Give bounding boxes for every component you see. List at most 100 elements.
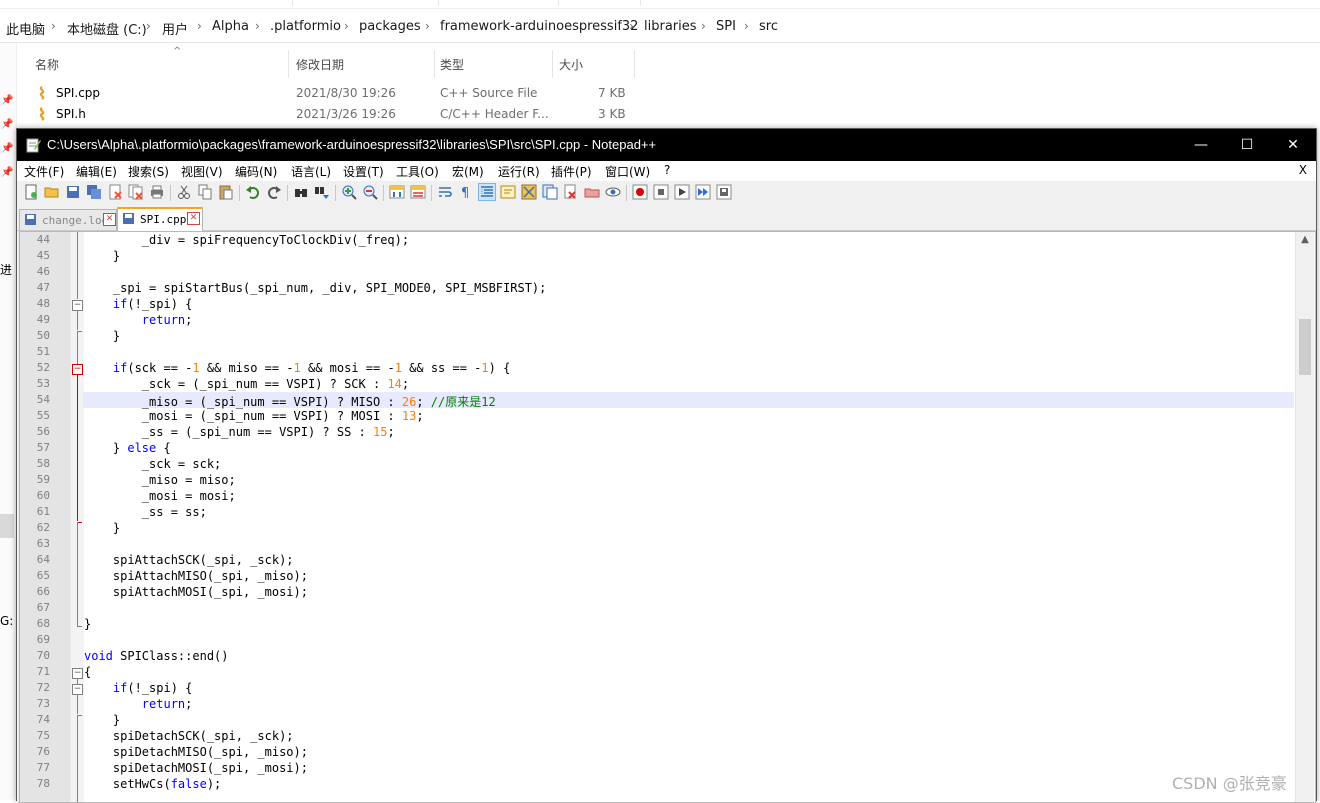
code-line[interactable]: 75 spiDetachSCK(_spi, _sck);: [20, 728, 1295, 744]
menu-file[interactable]: 文件(F): [24, 163, 64, 180]
menu-encoding[interactable]: 编码(N): [235, 163, 277, 180]
code-line[interactable]: 59 _miso = miso;: [20, 472, 1295, 488]
nav-selected-item[interactable]: [0, 514, 14, 538]
code-line[interactable]: 61 _ss = ss;: [20, 504, 1295, 520]
cut-icon[interactable]: [176, 184, 192, 200]
play-macro-icon[interactable]: [674, 184, 690, 200]
indent-guide-icon[interactable]: [478, 183, 496, 201]
menu-macro[interactable]: 宏(M): [452, 163, 484, 180]
code-line[interactable]: 78 setHwCs(false);: [20, 776, 1295, 792]
code-line[interactable]: 69: [20, 632, 1295, 648]
close-all-icon[interactable]: [128, 184, 144, 200]
code-line[interactable]: 44 _div = spiFrequencyToClockDiv(_freq);: [20, 232, 1295, 248]
code-line[interactable]: 72 if(!_spi) {: [20, 680, 1295, 696]
code-line[interactable]: 77 spiDetachMOSI(_spi, _mosi);: [20, 760, 1295, 776]
save-macro-icon[interactable]: [716, 184, 732, 200]
code-line[interactable]: 62 }: [20, 520, 1295, 536]
tab-close-icon[interactable]: ✕: [187, 212, 200, 225]
menu-language[interactable]: 语言(L): [291, 163, 331, 180]
column-header-type[interactable]: 类型: [440, 56, 464, 73]
doc-map-icon[interactable]: [521, 184, 537, 200]
code-line[interactable]: 64 spiAttachSCK(_spi, _sck);: [20, 552, 1295, 568]
code-line[interactable]: 66 spiAttachMOSI(_spi, _mosi);: [20, 584, 1295, 600]
pin-icon[interactable]: 📌: [1, 143, 13, 154]
file-row[interactable]: SPI.h 2021/3/26 19:26 C/C++ Header F... …: [20, 104, 640, 125]
code-line[interactable]: 63: [20, 536, 1295, 552]
code-line[interactable]: 48 if(!_spi) {: [20, 296, 1295, 312]
close-document-button[interactable]: X: [1299, 163, 1307, 177]
code-line[interactable]: 45 }: [20, 248, 1295, 264]
copy-icon[interactable]: [197, 184, 213, 200]
menu-plugins[interactable]: 插件(P): [551, 163, 592, 180]
code-line[interactable]: 71 {: [20, 664, 1295, 680]
breadcrumb-item[interactable]: 本地磁盘 (C:): [67, 19, 147, 38]
open-file-icon[interactable]: [44, 184, 60, 200]
code-line[interactable]: 65 spiAttachMISO(_spi, _miso);: [20, 568, 1295, 584]
save-all-icon[interactable]: [86, 184, 102, 200]
word-wrap-icon[interactable]: [437, 184, 453, 200]
menu-tools[interactable]: 工具(O): [396, 163, 439, 180]
menu-edit[interactable]: 编辑(E): [76, 163, 117, 180]
tab-close-icon[interactable]: ✕: [103, 213, 116, 226]
code-line[interactable]: 51: [20, 344, 1295, 360]
undo-icon[interactable]: [245, 184, 261, 200]
sync-v-icon[interactable]: [389, 184, 405, 200]
folder-workspace-icon[interactable]: [563, 184, 579, 200]
user-lang-icon[interactable]: [500, 184, 516, 200]
vertical-scrollbar[interactable]: ▲: [1295, 232, 1314, 802]
find-icon[interactable]: [293, 184, 309, 200]
close-button[interactable]: ✕: [1270, 129, 1316, 161]
scrollbar-thumb[interactable]: [1299, 319, 1311, 375]
nav-item-fragment[interactable]: 进: [0, 261, 12, 278]
breadcrumb-item[interactable]: packages: [359, 19, 421, 34]
code-line[interactable]: 60 _mosi = mosi;: [20, 488, 1295, 504]
pin-icon[interactable]: 📌: [1, 95, 13, 106]
breadcrumb-item[interactable]: framework-arduinoespressif32: [440, 19, 638, 34]
redo-icon[interactable]: [266, 184, 282, 200]
show-all-chars-icon[interactable]: ¶: [458, 184, 474, 200]
monitor-icon[interactable]: [605, 184, 621, 200]
breadcrumb-item[interactable]: .platformio: [270, 19, 341, 34]
menu-view[interactable]: 视图(V): [181, 163, 223, 180]
pin-icon[interactable]: 📌: [1, 119, 13, 130]
maximize-button[interactable]: ☐: [1224, 129, 1270, 161]
column-header-modified[interactable]: 修改日期: [296, 56, 344, 73]
new-file-icon[interactable]: [23, 184, 39, 200]
stop-macro-icon[interactable]: [653, 184, 669, 200]
menu-window[interactable]: 窗口(W): [605, 163, 650, 180]
code-line[interactable]: 70 void SPIClass::end(): [20, 648, 1295, 664]
record-macro-icon[interactable]: [632, 184, 648, 200]
save-icon[interactable]: [65, 184, 81, 200]
code-line[interactable]: 50 }: [20, 328, 1295, 344]
scroll-up-icon[interactable]: ▲: [1296, 234, 1314, 245]
file-row[interactable]: SPI.cpp 2021/8/30 19:26 C++ Source File …: [20, 83, 640, 104]
code-line[interactable]: 53 _sck = (_spi_num == VSPI) ? SCK : 14;: [20, 376, 1295, 392]
code-line[interactable]: 52 if(sck == -1 && miso == -1 && mosi ==…: [20, 360, 1295, 376]
code-line[interactable]: 56 _ss = (_spi_num == VSPI) ? SS : 15;: [20, 424, 1295, 440]
breadcrumb-item[interactable]: libraries: [644, 19, 697, 34]
column-header-name[interactable]: 名称: [35, 56, 59, 73]
column-header-size[interactable]: 大小: [559, 56, 583, 73]
pin-icon[interactable]: 📌: [1, 167, 13, 178]
code-editor[interactable]: 44 _div = spiFrequencyToClockDiv(_freq);…: [19, 231, 1316, 803]
menu-search[interactable]: 搜索(S): [128, 163, 169, 180]
zoom-in-icon[interactable]: [341, 184, 357, 200]
code-line[interactable]: 68}: [20, 616, 1295, 632]
run-multiple-macro-icon[interactable]: [695, 184, 711, 200]
address-bar[interactable]: 此电脑 › 本地磁盘 (C:) › 用户 › Alpha › .platform…: [0, 10, 1320, 43]
minimize-button[interactable]: —: [1178, 129, 1224, 161]
title-bar[interactable]: C:\Users\Alpha\.platformio\packages\fram…: [17, 129, 1316, 161]
code-line[interactable]: 54 _miso = (_spi_num == VSPI) ? MISO : 2…: [20, 392, 1295, 409]
tab-spi-cpp[interactable]: SPI.cpp ✕: [117, 207, 203, 231]
code-line[interactable]: 76 spiDetachMISO(_spi, _miso);: [20, 744, 1295, 760]
replace-icon[interactable]: [314, 184, 330, 200]
code-line[interactable]: 47 _spi = spiStartBus(_spi_num, _div, SP…: [20, 280, 1295, 296]
menu-run[interactable]: 运行(R): [498, 163, 540, 180]
close-icon[interactable]: [107, 184, 123, 200]
code-line[interactable]: 57 } else {: [20, 440, 1295, 456]
code-line[interactable]: 55 _mosi = (_spi_num == VSPI) ? MOSI : 1…: [20, 408, 1295, 424]
menu-help[interactable]: ?: [664, 163, 670, 177]
breadcrumb-item[interactable]: src: [759, 19, 778, 34]
code-line[interactable]: 46: [20, 264, 1295, 280]
menu-settings[interactable]: 设置(T): [343, 163, 384, 180]
